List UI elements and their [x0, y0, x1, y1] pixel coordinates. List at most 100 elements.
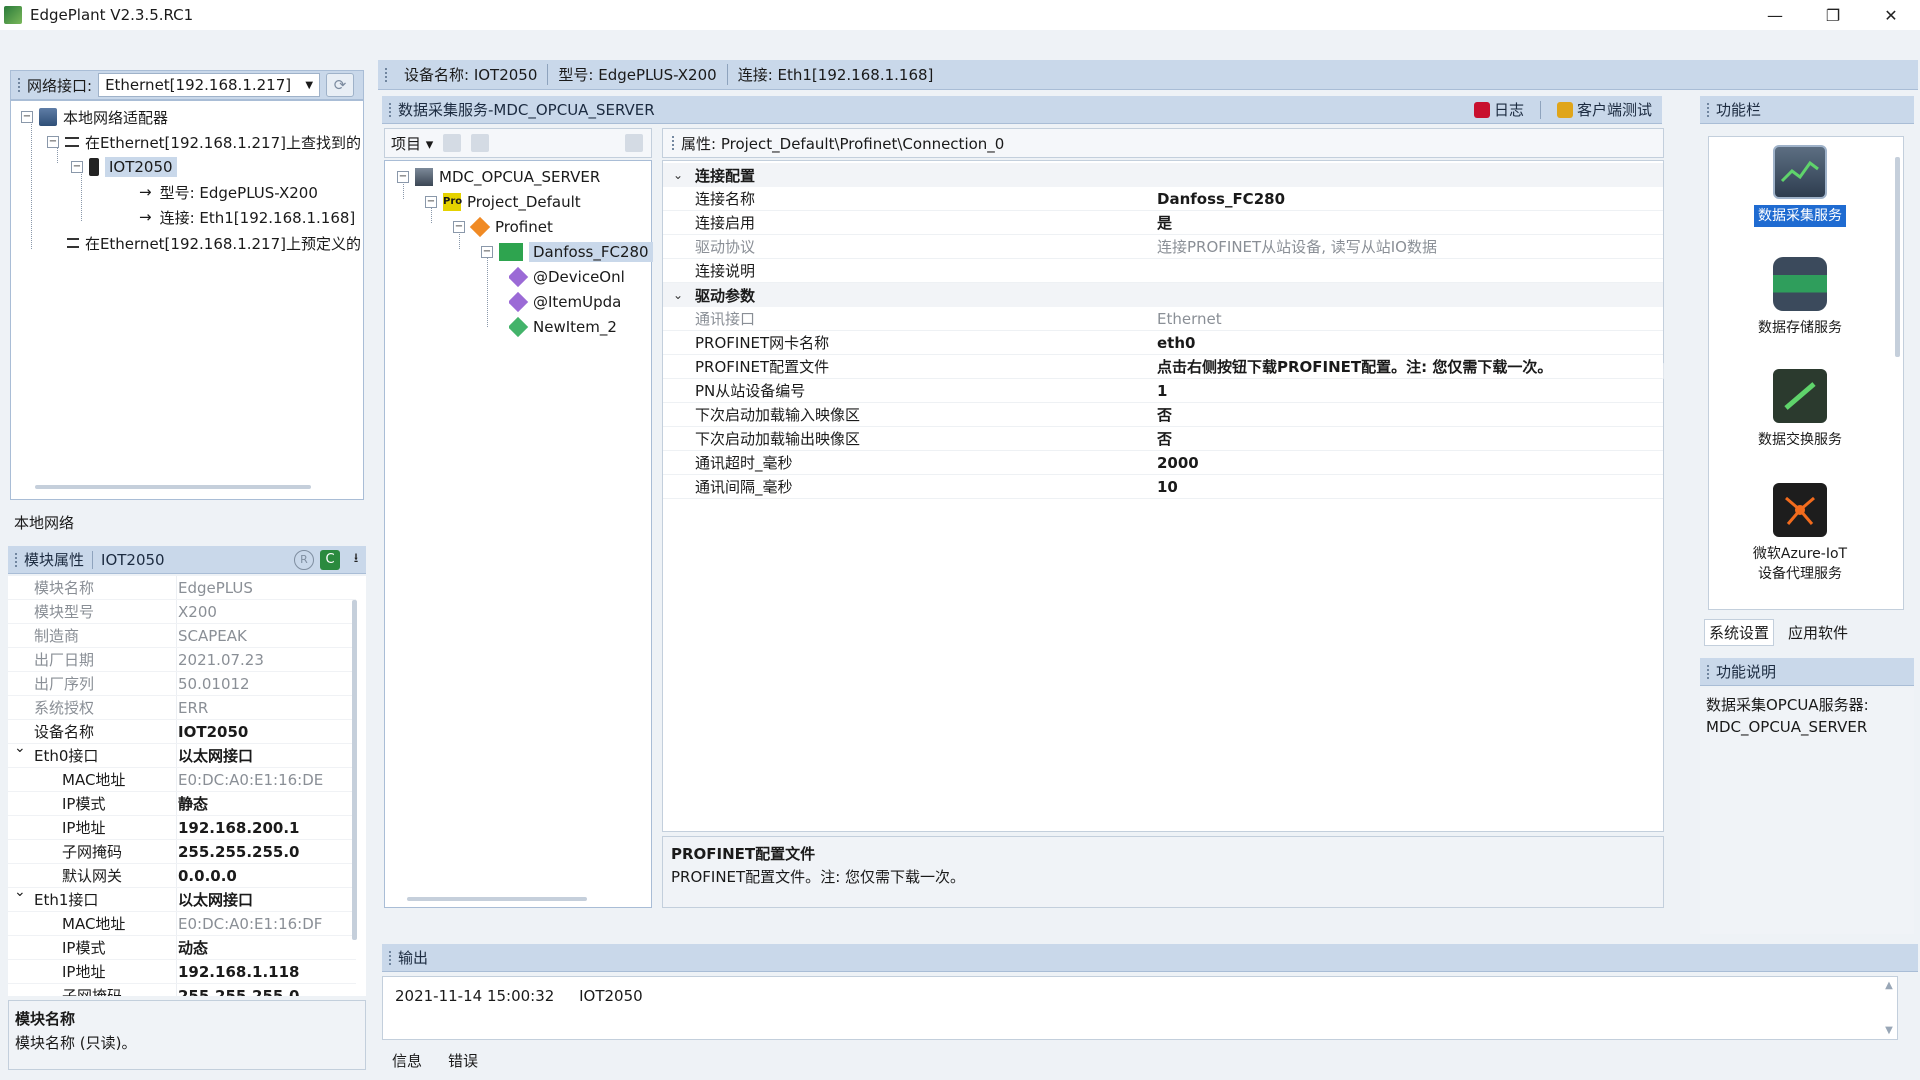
refresh-button[interactable]: ⟳ [326, 73, 355, 97]
description-title: 模块名称 [15, 1010, 76, 1028]
attribute-grid: ⌄ 连接配置 连接名称 Danfoss_FC280 连接启用 是驱动协议 连接PROFINE… [662, 160, 1664, 832]
module-properties-header: 模块属性 IOT2050 R C ⭳ [8, 546, 366, 574]
description-title: PROFINET配置文件 [671, 845, 816, 863]
vertical-scrollbar[interactable] [352, 600, 357, 940]
attribute-value: 2000 [1157, 453, 1199, 472]
tree-node-device[interactable]: − IOT2050 [71, 155, 177, 179]
property-row[interactable]: ⌄ Eth0接口 以太网接口 [8, 740, 356, 768]
tree-node-server[interactable]: − MDC_OPCUA_SERVER [397, 165, 600, 189]
attribute-row[interactable]: 连接说明 [663, 259, 1663, 283]
property-row[interactable]: 子网掩码 255.255.255.0 [8, 984, 356, 997]
category-row[interactable]: ⌄ 连接配置 [663, 163, 1663, 187]
restore-button[interactable]: ❐ [1804, 0, 1862, 30]
network-icon [64, 137, 79, 147]
tab-info[interactable]: 信息 [392, 1050, 422, 1071]
tree-node-local-adapters[interactable]: − 本地网络适配器 [21, 105, 168, 129]
register-icon[interactable]: R [294, 549, 314, 570]
copy-icon[interactable] [443, 134, 462, 152]
horizontal-scrollbar[interactable] [407, 897, 587, 901]
property-row[interactable]: IP模式 动态 [8, 936, 356, 960]
property-row[interactable]: 出厂序列 50.01012 [8, 672, 356, 696]
property-row[interactable]: IP模式 静态 [8, 792, 356, 816]
tab-applications[interactable]: 应用软件 [1784, 620, 1852, 645]
device-name: 设备名称: IOT2050 [394, 64, 549, 85]
attribute-row[interactable]: 下次启动加载输入映像区 否 [663, 403, 1663, 427]
collapse-all-icon[interactable] [625, 134, 643, 152]
tree-node-item[interactable]: @ItemUpda [509, 290, 649, 314]
download-icon[interactable]: ⭳ [346, 550, 366, 570]
property-key: 默认网关 [62, 867, 123, 885]
vertical-scrollbar[interactable] [1895, 157, 1900, 357]
property-value: 2021.07.23 [178, 650, 264, 669]
client-test-button[interactable]: 客户端测试 [1556, 99, 1652, 120]
property-row[interactable]: IP地址 192.168.200.1 [8, 816, 356, 840]
property-row[interactable]: MAC地址 E0:DC:A0:E1:16:DE [8, 768, 356, 792]
paste-icon[interactable] [471, 134, 490, 152]
close-button[interactable]: ✕ [1862, 0, 1920, 30]
function-azure-iot[interactable]: 微软Azure-IoT 设备代理服务 [1709, 483, 1891, 585]
network-interface-bar: 网络接口: Ethernet[192.168.1.217] ▼ ⟳ [10, 70, 364, 100]
property-row[interactable]: IP地址 192.168.1.118 [8, 960, 356, 984]
scroll-up-icon[interactable]: ▲ [1885, 980, 1893, 991]
minimize-button[interactable]: — [1746, 0, 1804, 30]
property-row[interactable]: 默认网关 0.0.0.0 [8, 864, 356, 888]
property-row[interactable]: 制造商 SCAPEAK [8, 624, 356, 648]
sync-icon[interactable]: C [320, 549, 340, 570]
tree-node-connection[interactable]: − Danfoss_FC280 [481, 240, 653, 264]
attribute-row[interactable]: 连接启用 是 [663, 211, 1663, 235]
output-scrollbar[interactable]: ▲ ▼ [1882, 980, 1896, 1036]
attribute-row[interactable]: 通讯接口 Ethernet [663, 307, 1663, 331]
chevron-down-icon[interactable]: ⌄ [673, 168, 683, 182]
property-row[interactable]: MAC地址 E0:DC:A0:E1:16:DF [8, 912, 356, 936]
project-menu-button[interactable]: 项目 ▾ [391, 133, 433, 154]
chevron-down-icon[interactable]: ⌄ [14, 740, 26, 756]
attribute-key: 通讯超时_毫秒 [695, 454, 793, 472]
property-row[interactable]: 子网掩码 255.255.255.0 [8, 840, 356, 864]
attribute-value: 否 [1157, 406, 1173, 424]
property-row[interactable]: 系统授权 ERR [8, 696, 356, 720]
tab-local-network[interactable]: 本地网络 [10, 508, 90, 534]
property-row[interactable]: 模块型号 X200 [8, 600, 356, 624]
property-row[interactable]: 出厂日期 2021.07.23 [8, 648, 356, 672]
property-row[interactable]: 模块名称 EdgePLUS [8, 576, 356, 600]
tree-node-item[interactable]: @DeviceOnl [509, 265, 649, 289]
function-data-exchange[interactable]: 数据交换服务 [1709, 369, 1891, 451]
tab-system-settings[interactable]: 系统设置 [1704, 618, 1775, 646]
tree-node-found[interactable]: − 在Ethernet[192.168.1.217]上查找到的 [47, 130, 361, 154]
attribute-row[interactable]: 驱动协议 连接PROFINET从站设备, 读写从站IO数据 [663, 235, 1663, 259]
property-value: 255.255.255.0 [178, 986, 300, 997]
function-data-collection[interactable]: 数据采集服务 [1709, 145, 1891, 227]
tag-icon [509, 266, 529, 288]
property-row[interactable]: ⌄ Eth1接口 以太网接口 [8, 884, 356, 912]
property-value: X200 [178, 602, 217, 621]
tab-errors[interactable]: 错误 [448, 1050, 478, 1071]
property-value: 50.01012 [178, 674, 250, 693]
function-data-storage[interactable]: 数据存储服务 [1709, 257, 1891, 339]
attribute-row[interactable]: PN从站设备编号 1 [663, 379, 1663, 403]
horizontal-scrollbar[interactable] [35, 485, 311, 489]
network-interface-select[interactable]: Ethernet[192.168.1.217] ▼ [98, 73, 321, 97]
attribute-row[interactable]: PROFINET配置文件 点击右侧按钮下载PROFINET配置。注: 您仅需下载一… [663, 355, 1663, 379]
chevron-down-icon[interactable]: ⌄ [14, 884, 26, 900]
attribute-row[interactable]: 下次启动加载输出映像区 否 [663, 427, 1663, 451]
property-row[interactable]: 设备名称 IOT2050 [8, 720, 356, 744]
attribute-value: 连接PROFINET从站设备, 读写从站IO数据 [1157, 238, 1437, 256]
attribute-row[interactable]: 通讯间隔_毫秒 10 [663, 475, 1663, 499]
function-bar-title: 功能栏 [1716, 101, 1762, 119]
output-log: 2021-11-14 15:00:32 IOT2050 [382, 976, 1898, 1040]
tree-node-predefined[interactable]: 在Ethernet[192.168.1.217]上预定义的 [67, 231, 361, 255]
chevron-down-icon[interactable]: ⌄ [673, 288, 683, 302]
log-button[interactable]: 日志 [1473, 99, 1524, 120]
attribute-row[interactable]: PROFINET网卡名称 eth0 [663, 331, 1663, 355]
description-text: 模块名称 (只读)。 [15, 1034, 137, 1052]
category-row[interactable]: ⌄ 驱动参数 [663, 283, 1663, 307]
tree-node-item[interactable]: NewItem_2 [509, 315, 649, 339]
scroll-down-icon[interactable]: ▼ [1885, 1025, 1893, 1036]
attribute-row[interactable]: 连接名称 Danfoss_FC280 [663, 187, 1663, 211]
tree-node-project[interactable]: − Pro Project_Default [425, 190, 581, 214]
property-key: 子网掩码 [62, 843, 123, 861]
tree-node-connection: → 连接: Eth1[192.168.1.168] [139, 208, 356, 227]
tree-node-profinet[interactable]: − Profinet [453, 215, 553, 239]
attribute-row[interactable]: 通讯超时_毫秒 2000 [663, 451, 1663, 475]
property-value: 192.168.200.1 [178, 818, 300, 837]
